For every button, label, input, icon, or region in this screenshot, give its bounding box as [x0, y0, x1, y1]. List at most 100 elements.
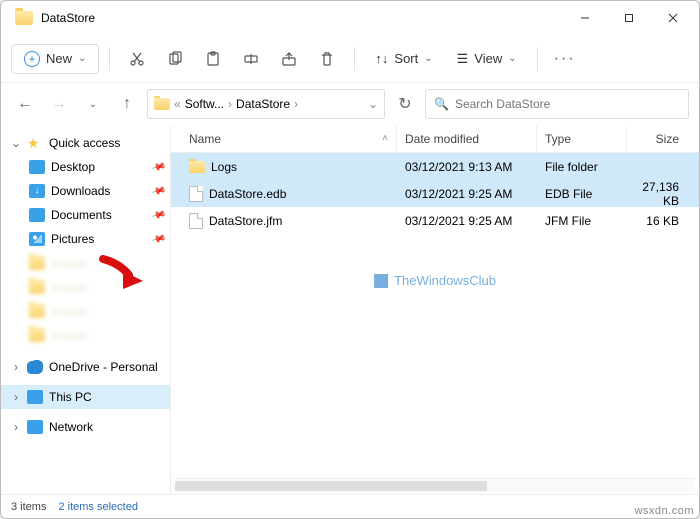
breadcrumb-sep: « [174, 97, 181, 111]
file-size: 27,136 KB [627, 180, 699, 208]
file-row[interactable]: DataStore.jfm 03/12/2021 9:25 AM JFM Fil… [171, 207, 699, 234]
up-button[interactable]: ↑ [113, 90, 141, 118]
forward-button[interactable]: → [45, 90, 73, 118]
watermark-icon [374, 274, 388, 288]
sidebar-item-blurred[interactable]: ——— [1, 275, 170, 299]
command-bar: + New ⌄ ↑↓ Sort ⌄ ☰ View ⌄ ··· [1, 35, 699, 83]
sidebar-item-label: ——— [51, 328, 164, 342]
minimize-button[interactable] [563, 3, 607, 33]
sidebar-item-blurred[interactable]: ——— [1, 323, 170, 347]
search-input[interactable] [455, 97, 680, 111]
sidebar-item-quickaccess[interactable]: ⌄ ★ Quick access [1, 131, 170, 155]
titlebar: DataStore [1, 1, 699, 35]
pin-icon: 📌 [150, 207, 166, 223]
window-controls [563, 3, 695, 33]
sidebar-item-thispc[interactable]: › This PC [1, 385, 170, 409]
chevron-right-icon[interactable]: › [11, 360, 21, 374]
onedrive-icon [27, 360, 43, 374]
chevron-down-icon[interactable]: ⌄ [11, 136, 21, 150]
column-size[interactable]: Size [627, 125, 699, 152]
breadcrumb-seg-1[interactable]: Softw... [185, 97, 224, 111]
sort-icon: ↑↓ [375, 51, 388, 66]
desktop-icon [29, 160, 45, 174]
refresh-button[interactable]: ↻ [391, 90, 419, 118]
chevron-down-icon: ⌄ [424, 53, 432, 64]
scrollbar-thumb[interactable] [175, 481, 487, 491]
horizontal-scrollbar[interactable] [175, 478, 695, 492]
delete-button[interactable] [310, 42, 344, 76]
sidebar-item-blurred[interactable]: ——— [1, 251, 170, 275]
watermark-text: TheWindowsClub [394, 273, 496, 288]
pin-icon: 📌 [150, 231, 166, 247]
file-date: 03/12/2021 9:25 AM [397, 214, 537, 228]
chevron-down-icon[interactable]: ⌄ [368, 97, 378, 111]
folder-icon [29, 256, 45, 270]
file-name: Logs [211, 160, 237, 174]
navigation-pane: ⌄ ★ Quick access Desktop 📌 Downloads 📌 D… [1, 125, 171, 494]
file-type: EDB File [537, 187, 627, 201]
search-box[interactable]: 🔍 [425, 89, 689, 119]
sidebar-item-label: Downloads [51, 184, 146, 198]
pictures-icon [29, 232, 45, 246]
explorer-window: DataStore + New ⌄ ↑↓ Sort [0, 0, 700, 519]
recent-locations-button[interactable]: ⌄ [79, 90, 107, 118]
sidebar-item-documents[interactable]: Documents 📌 [1, 203, 170, 227]
chevron-right-icon: › [294, 97, 298, 111]
sort-label: Sort [394, 51, 418, 66]
column-name[interactable]: Name˄ [181, 125, 397, 152]
file-row[interactable]: DataStore.edb 03/12/2021 9:25 AM EDB Fil… [171, 180, 699, 207]
pin-icon: 📌 [150, 183, 166, 199]
status-bar: 3 items 2 items selected [1, 494, 699, 518]
sidebar-item-label: Network [49, 420, 164, 434]
back-button[interactable]: ← [11, 90, 39, 118]
watermark: TheWindowsClub [374, 273, 496, 288]
sidebar-item-network[interactable]: › Network [1, 415, 170, 439]
sort-button[interactable]: ↑↓ Sort ⌄ [365, 45, 442, 72]
file-name: DataStore.edb [209, 187, 286, 201]
sidebar-item-onedrive[interactable]: › OneDrive - Personal [1, 355, 170, 379]
copy-button[interactable] [158, 42, 192, 76]
column-date[interactable]: Date modified [397, 125, 537, 152]
file-list-pane: Name˄ Date modified Type Size Logs 03/12… [171, 125, 699, 494]
paste-button[interactable] [196, 42, 230, 76]
separator [354, 47, 355, 71]
share-button[interactable] [272, 42, 306, 76]
address-bar-row: ← → ⌄ ↑ « Softw... › DataStore › ⌄ ↻ 🔍 [1, 83, 699, 125]
maximize-button[interactable] [607, 3, 651, 33]
chevron-right-icon[interactable]: › [11, 420, 21, 434]
breadcrumb-seg-2[interactable]: DataStore [236, 97, 290, 111]
file-name: DataStore.jfm [209, 214, 282, 228]
window-title: DataStore [41, 11, 95, 25]
sidebar-item-downloads[interactable]: Downloads 📌 [1, 179, 170, 203]
folder-icon [29, 304, 45, 318]
close-button[interactable] [651, 3, 695, 33]
rename-button[interactable] [234, 42, 268, 76]
more-button[interactable]: ··· [548, 42, 582, 76]
folder-icon [154, 98, 170, 110]
column-headers: Name˄ Date modified Type Size [171, 125, 699, 153]
file-date: 03/12/2021 9:13 AM [397, 160, 537, 174]
sidebar-item-label: Desktop [51, 160, 146, 174]
new-button[interactable]: + New ⌄ [11, 44, 99, 74]
view-label: View [474, 51, 502, 66]
column-type[interactable]: Type [537, 125, 627, 152]
sidebar-item-label: ——— [51, 280, 164, 294]
separator [109, 47, 110, 71]
sidebar-item-label: Quick access [49, 136, 164, 150]
folder-icon [15, 11, 33, 25]
breadcrumb[interactable]: « Softw... › DataStore › ⌄ [147, 89, 385, 119]
chevron-right-icon[interactable]: › [11, 390, 21, 404]
sidebar-item-blurred[interactable]: ——— [1, 299, 170, 323]
cut-button[interactable] [120, 42, 154, 76]
sidebar-item-label: ——— [51, 304, 164, 318]
sidebar-item-pictures[interactable]: Pictures 📌 [1, 227, 170, 251]
file-row[interactable]: Logs 03/12/2021 9:13 AM File folder [171, 153, 699, 180]
sidebar-item-label: ——— [51, 256, 164, 270]
sidebar-item-desktop[interactable]: Desktop 📌 [1, 155, 170, 179]
network-icon [27, 420, 43, 434]
file-icon [189, 213, 203, 229]
view-button[interactable]: ☰ View ⌄ [447, 45, 527, 73]
download-icon [29, 184, 45, 198]
star-icon: ★ [27, 136, 43, 150]
sidebar-item-label: OneDrive - Personal [49, 360, 164, 374]
